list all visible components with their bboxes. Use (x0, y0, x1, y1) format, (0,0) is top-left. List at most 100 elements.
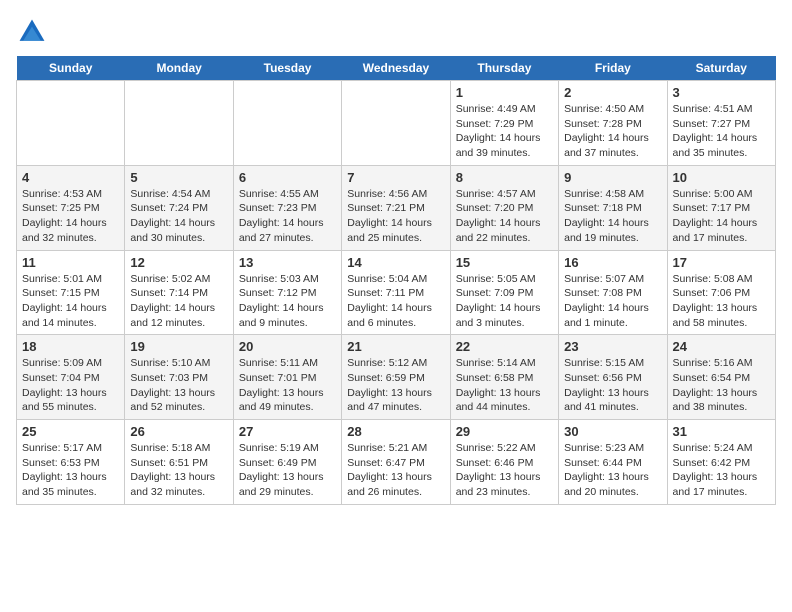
day-number: 23 (564, 339, 661, 354)
day-info: Sunrise: 5:07 AM Sunset: 7:08 PM Dayligh… (564, 272, 661, 331)
calendar-week-2: 4 Sunrise: 4:53 AM Sunset: 7:25 PM Daylig… (17, 165, 776, 250)
logo (16, 16, 52, 48)
day-info: Sunrise: 5:22 AM Sunset: 6:46 PM Dayligh… (456, 441, 553, 500)
day-info: Sunrise: 5:11 AM Sunset: 7:01 PM Dayligh… (239, 356, 336, 415)
day-info: Sunrise: 5:19 AM Sunset: 6:49 PM Dayligh… (239, 441, 336, 500)
calendar-cell: 25 Sunrise: 5:17 AM Sunset: 6:53 PM Dayli… (17, 420, 125, 505)
day-number: 28 (347, 424, 444, 439)
day-number: 16 (564, 255, 661, 270)
day-info: Sunrise: 5:00 AM Sunset: 7:17 PM Dayligh… (673, 187, 770, 246)
day-number: 22 (456, 339, 553, 354)
calendar-cell: 17 Sunrise: 5:08 AM Sunset: 7:06 PM Dayli… (667, 250, 775, 335)
calendar-cell: 10Sunrise: 5:00 AM Sunset: 7:17 PM Dayli… (667, 165, 775, 250)
day-number: 26 (130, 424, 227, 439)
day-info: Sunrise: 4:58 AM Sunset: 7:18 PM Dayligh… (564, 187, 661, 246)
day-number: 8 (456, 170, 553, 185)
calendar-cell: 24 Sunrise: 5:16 AM Sunset: 6:54 PM Dayli… (667, 335, 775, 420)
calendar-cell: 8 Sunrise: 4:57 AM Sunset: 7:20 PM Daylig… (450, 165, 558, 250)
calendar-cell: 6 Sunrise: 4:55 AM Sunset: 7:23 PM Daylig… (233, 165, 341, 250)
day-info: Sunrise: 5:24 AM Sunset: 6:42 PM Dayligh… (673, 441, 770, 500)
day-number: 25 (22, 424, 119, 439)
calendar-cell: 29 Sunrise: 5:22 AM Sunset: 6:46 PM Dayli… (450, 420, 558, 505)
calendar-cell: 18 Sunrise: 5:09 AM Sunset: 7:04 PM Dayli… (17, 335, 125, 420)
day-info: Sunrise: 5:05 AM Sunset: 7:09 PM Dayligh… (456, 272, 553, 331)
day-info: Sunrise: 5:17 AM Sunset: 6:53 PM Dayligh… (22, 441, 119, 500)
day-info: Sunrise: 4:54 AM Sunset: 7:24 PM Dayligh… (130, 187, 227, 246)
day-info: Sunrise: 4:53 AM Sunset: 7:25 PM Dayligh… (22, 187, 119, 246)
day-number: 3 (673, 85, 770, 100)
day-number: 17 (673, 255, 770, 270)
calendar-cell: 7Sunrise: 4:56 AM Sunset: 7:21 PM Daylig… (342, 165, 450, 250)
calendar-cell: 2 Sunrise: 4:50 AM Sunset: 7:28 PM Daylig… (559, 81, 667, 166)
day-number: 19 (130, 339, 227, 354)
day-number: 14 (347, 255, 444, 270)
day-header-monday: Monday (125, 56, 233, 81)
day-number: 6 (239, 170, 336, 185)
day-info: Sunrise: 5:10 AM Sunset: 7:03 PM Dayligh… (130, 356, 227, 415)
day-number: 15 (456, 255, 553, 270)
calendar-cell: 1 Sunrise: 4:49 AM Sunset: 7:29 PM Daylig… (450, 81, 558, 166)
day-number: 9 (564, 170, 661, 185)
day-info: Sunrise: 5:16 AM Sunset: 6:54 PM Dayligh… (673, 356, 770, 415)
day-header-sunday: Sunday (17, 56, 125, 81)
day-number: 2 (564, 85, 661, 100)
day-info: Sunrise: 5:01 AM Sunset: 7:15 PM Dayligh… (22, 272, 119, 331)
calendar-cell: 23 Sunrise: 5:15 AM Sunset: 6:56 PM Dayli… (559, 335, 667, 420)
calendar-cell: 22Sunrise: 5:14 AM Sunset: 6:58 PM Dayli… (450, 335, 558, 420)
day-info: Sunrise: 5:12 AM Sunset: 6:59 PM Dayligh… (347, 356, 444, 415)
day-info: Sunrise: 4:57 AM Sunset: 7:20 PM Dayligh… (456, 187, 553, 246)
days-header-row: SundayMondayTuesdayWednesdayThursdayFrid… (17, 56, 776, 81)
calendar-cell: 19 Sunrise: 5:10 AM Sunset: 7:03 PM Dayli… (125, 335, 233, 420)
day-header-saturday: Saturday (667, 56, 775, 81)
day-info: Sunrise: 5:04 AM Sunset: 7:11 PM Dayligh… (347, 272, 444, 331)
day-number: 29 (456, 424, 553, 439)
day-info: Sunrise: 5:21 AM Sunset: 6:47 PM Dayligh… (347, 441, 444, 500)
day-number: 30 (564, 424, 661, 439)
day-info: Sunrise: 5:09 AM Sunset: 7:04 PM Dayligh… (22, 356, 119, 415)
calendar-cell: 12 Sunrise: 5:02 AM Sunset: 7:14 PM Dayli… (125, 250, 233, 335)
day-number: 4 (22, 170, 119, 185)
day-number: 7 (347, 170, 444, 185)
day-number: 1 (456, 85, 553, 100)
day-number: 24 (673, 339, 770, 354)
calendar-cell: 13 Sunrise: 5:03 AM Sunset: 7:12 PM Dayli… (233, 250, 341, 335)
calendar-cell (17, 81, 125, 166)
calendar-cell: 4 Sunrise: 4:53 AM Sunset: 7:25 PM Daylig… (17, 165, 125, 250)
calendar-cell: 9 Sunrise: 4:58 AM Sunset: 7:18 PM Daylig… (559, 165, 667, 250)
calendar-cell: 20 Sunrise: 5:11 AM Sunset: 7:01 PM Dayli… (233, 335, 341, 420)
calendar-cell (342, 81, 450, 166)
day-number: 20 (239, 339, 336, 354)
day-number: 11 (22, 255, 119, 270)
day-info: Sunrise: 4:51 AM Sunset: 7:27 PM Dayligh… (673, 102, 770, 161)
day-header-friday: Friday (559, 56, 667, 81)
calendar-week-5: 25 Sunrise: 5:17 AM Sunset: 6:53 PM Dayli… (17, 420, 776, 505)
calendar-cell: 16 Sunrise: 5:07 AM Sunset: 7:08 PM Dayli… (559, 250, 667, 335)
day-number: 12 (130, 255, 227, 270)
day-number: 13 (239, 255, 336, 270)
calendar-week-4: 18 Sunrise: 5:09 AM Sunset: 7:04 PM Dayli… (17, 335, 776, 420)
day-header-wednesday: Wednesday (342, 56, 450, 81)
calendar-cell: 11 Sunrise: 5:01 AM Sunset: 7:15 PM Dayli… (17, 250, 125, 335)
calendar-cell (125, 81, 233, 166)
day-info: Sunrise: 5:18 AM Sunset: 6:51 PM Dayligh… (130, 441, 227, 500)
day-info: Sunrise: 4:50 AM Sunset: 7:28 PM Dayligh… (564, 102, 661, 161)
calendar-cell (233, 81, 341, 166)
day-info: Sunrise: 4:49 AM Sunset: 7:29 PM Dayligh… (456, 102, 553, 161)
calendar-cell: 31Sunrise: 5:24 AM Sunset: 6:42 PM Dayli… (667, 420, 775, 505)
calendar-cell: 21 Sunrise: 5:12 AM Sunset: 6:59 PM Dayli… (342, 335, 450, 420)
day-info: Sunrise: 5:03 AM Sunset: 7:12 PM Dayligh… (239, 272, 336, 331)
day-header-thursday: Thursday (450, 56, 558, 81)
calendar-cell: 3 Sunrise: 4:51 AM Sunset: 7:27 PM Daylig… (667, 81, 775, 166)
logo-icon (16, 16, 48, 48)
calendar-cell: 15 Sunrise: 5:05 AM Sunset: 7:09 PM Dayli… (450, 250, 558, 335)
calendar-cell: 27Sunrise: 5:19 AM Sunset: 6:49 PM Dayli… (233, 420, 341, 505)
page-header (16, 16, 776, 48)
day-number: 21 (347, 339, 444, 354)
day-info: Sunrise: 5:02 AM Sunset: 7:14 PM Dayligh… (130, 272, 227, 331)
calendar-cell: 30Sunrise: 5:23 AM Sunset: 6:44 PM Dayli… (559, 420, 667, 505)
day-number: 18 (22, 339, 119, 354)
day-info: Sunrise: 5:08 AM Sunset: 7:06 PM Dayligh… (673, 272, 770, 331)
day-info: Sunrise: 4:55 AM Sunset: 7:23 PM Dayligh… (239, 187, 336, 246)
calendar-table: SundayMondayTuesdayWednesdayThursdayFrid… (16, 56, 776, 505)
day-info: Sunrise: 5:15 AM Sunset: 6:56 PM Dayligh… (564, 356, 661, 415)
